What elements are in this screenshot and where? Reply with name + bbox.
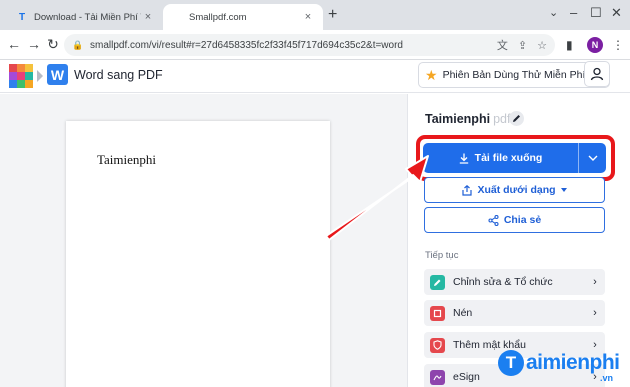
watermark-text: aimienphi [526,351,620,374]
watermark-suffix: .vn [600,373,614,383]
pointer-arrow-annotation [325,155,429,241]
watermark-letter: T [498,350,524,376]
